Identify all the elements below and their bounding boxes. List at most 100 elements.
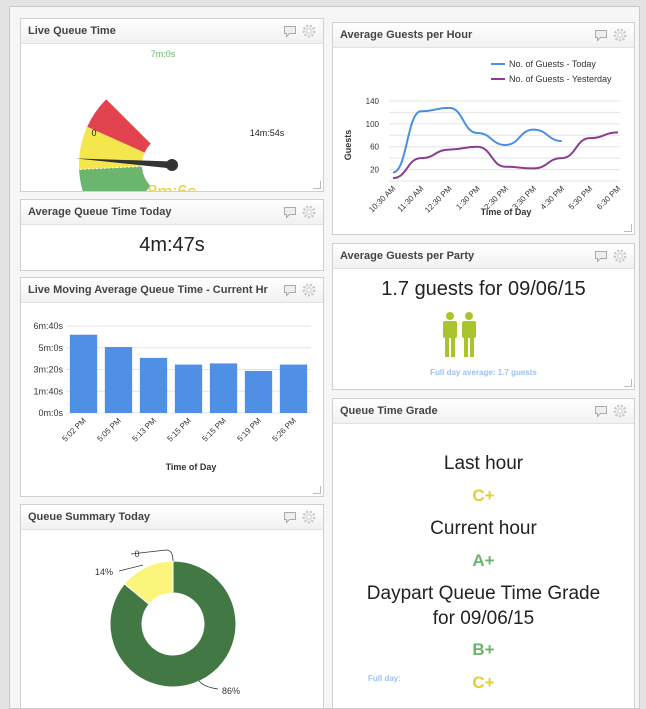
series-line-today[interactable] xyxy=(392,106,562,174)
series-line-yesterday[interactable] xyxy=(392,131,619,180)
gauge-threshold-label: 7m:0s xyxy=(151,49,176,59)
bar-y-tick: 1m:40s xyxy=(33,386,63,396)
line-x-tick: 12:30 PM xyxy=(423,184,454,215)
donut-label-zero: 0 xyxy=(134,549,139,559)
gauge-max-label: 14m:54s xyxy=(250,128,285,138)
resize-handle[interactable] xyxy=(313,181,321,189)
guests-per-party-value: 1.7 guests for 09/06/15 xyxy=(381,278,586,300)
comment-icon[interactable] xyxy=(283,205,297,219)
line-y-tick: 20 xyxy=(370,166,379,175)
widget-live-queue-time: Live Queue Time 7m:0s 0 14m:54s 8m:6s xyxy=(20,18,324,192)
widget-title: Live Moving Average Queue Time - Current… xyxy=(28,284,268,296)
line-y-axis-title: Guests xyxy=(343,130,353,161)
comment-icon[interactable] xyxy=(594,28,608,42)
bar-y-tick: 0m:0s xyxy=(38,408,63,418)
bar[interactable] xyxy=(174,364,203,413)
last-hour-label: Last hour xyxy=(443,453,524,474)
queue-donut-chart: 0 14% 86% xyxy=(95,549,240,696)
widget-queue-summary: Queue Summary Today 0 14% 86% xyxy=(20,504,324,709)
widget-header[interactable]: Queue Summary Today xyxy=(21,505,323,530)
bar-x-axis-title: Time of Day xyxy=(166,462,217,472)
comment-icon[interactable] xyxy=(283,24,297,38)
bar[interactable] xyxy=(244,370,273,413)
resize-handle[interactable] xyxy=(313,486,321,494)
gear-icon[interactable] xyxy=(613,404,627,418)
daypart-label-line1: Daypart Queue Time Grade xyxy=(366,583,601,604)
widget-guests-per-hour: Average Guests per Hour 20 60 100 140 10:30 … xyxy=(332,22,635,235)
donut-label-large: 86% xyxy=(222,686,240,696)
bar-x-tick: 5:02 PM xyxy=(60,416,88,444)
daypart-grade: B+ xyxy=(472,640,495,659)
widget-queue-time-grade: Queue Time Grade Last hour C+ Current ho… xyxy=(332,398,635,709)
gear-icon[interactable] xyxy=(302,205,316,219)
widget-header[interactable]: Live Queue Time xyxy=(21,19,323,44)
average-queue-value: 4m:47s xyxy=(139,234,205,256)
comment-icon[interactable] xyxy=(283,510,297,524)
bar-y-tick: 6m:40s xyxy=(33,321,63,331)
donut-leader-line xyxy=(118,564,144,572)
bar-x-tick: 5:19 PM xyxy=(235,416,263,444)
comment-icon[interactable] xyxy=(283,283,297,297)
legend-yesterday-label: No. of Guests - Yesterday xyxy=(509,74,612,84)
daypart-label-line2: for 09/06/15 xyxy=(432,608,535,629)
gear-icon[interactable] xyxy=(302,510,316,524)
donut-label-small: 14% xyxy=(95,567,113,577)
line-y-tick: 60 xyxy=(370,143,379,152)
bar-y-tick: 3m:20s xyxy=(33,365,63,375)
bar-y-tick: 5m:0s xyxy=(38,343,63,353)
line-x-tick: 11:30 AM xyxy=(396,184,426,214)
gauge-band-green xyxy=(79,166,151,191)
queue-bar-chart: 0m:0s 1m:40s 3m:20s 5m:0s 6m:40s 5:02 PM 5:05 … xyxy=(33,321,311,472)
gear-icon[interactable] xyxy=(613,249,627,263)
queue-gauge: 7m:0s 0 14m:54s 8m:6s xyxy=(75,49,285,192)
widget-guests-per-party: Average Guests per Party 1.7 guests for … xyxy=(332,243,635,390)
widget-title: Average Guests per Party xyxy=(340,250,475,262)
bar[interactable] xyxy=(104,347,133,413)
bar[interactable] xyxy=(209,363,238,413)
line-y-tick: 140 xyxy=(366,97,380,106)
widget-average-queue-time: Average Queue Time Today 4m:47s xyxy=(20,199,324,271)
widget-header[interactable]: Average Guests per Hour xyxy=(333,23,634,48)
full-day-grade: C+ xyxy=(472,673,495,692)
line-x-tick: 5:30 PM xyxy=(567,184,595,212)
legend-today-label: No. of Guests - Today xyxy=(509,59,596,69)
bar-x-tick: 5:15 PM xyxy=(165,416,193,444)
bar-x-tick: 5:15 PM xyxy=(200,416,228,444)
guests-per-party-note: Full day average: 1.7 guests xyxy=(430,368,537,377)
bar-x-tick: 5:13 PM xyxy=(130,416,158,444)
resize-handle[interactable] xyxy=(624,224,632,232)
donut-leader-line xyxy=(198,680,219,690)
widget-moving-average: Live Moving Average Queue Time - Current… xyxy=(20,277,324,497)
gauge-hub xyxy=(166,159,178,171)
widget-header[interactable]: Queue Time Grade xyxy=(333,399,634,424)
bar-x-tick: 5:26 PM xyxy=(270,416,298,444)
comment-icon[interactable] xyxy=(594,404,608,418)
widget-header[interactable]: Average Queue Time Today xyxy=(21,200,323,225)
last-hour-grade: C+ xyxy=(472,486,495,505)
bar[interactable] xyxy=(69,334,98,413)
gear-icon[interactable] xyxy=(302,283,316,297)
widget-header[interactable]: Average Guests per Party xyxy=(333,244,634,269)
current-hour-label: Current hour xyxy=(430,518,537,539)
line-x-axis-title: Time of Day xyxy=(481,207,532,217)
widget-title: Average Guests per Hour xyxy=(340,29,473,41)
widget-title: Queue Time Grade xyxy=(340,405,438,417)
line-x-tick: 6:30 PM xyxy=(595,184,623,212)
widget-header[interactable]: Live Moving Average Queue Time - Current… xyxy=(21,278,323,303)
gauge-value-label: 8m:6s xyxy=(147,182,196,192)
bar[interactable] xyxy=(139,357,168,413)
bar[interactable] xyxy=(279,364,308,413)
gear-icon[interactable] xyxy=(613,28,627,42)
current-hour-grade: A+ xyxy=(472,551,495,570)
line-x-tick: 4:30 PM xyxy=(539,184,567,212)
bar-x-tick: 5:05 PM xyxy=(95,416,123,444)
comment-icon[interactable] xyxy=(594,249,608,263)
person-icon xyxy=(440,312,480,357)
guests-line-chart: 20 60 100 140 10:30 AM11:30 AM12:30 PM 1:30 P… xyxy=(343,59,623,217)
gear-icon[interactable] xyxy=(302,24,316,38)
line-x-tick: 10:30 AM xyxy=(367,184,398,215)
widget-title: Live Queue Time xyxy=(28,25,116,37)
resize-handle[interactable] xyxy=(624,379,632,387)
widget-title: Average Queue Time Today xyxy=(28,206,172,218)
line-y-tick: 100 xyxy=(366,120,380,129)
